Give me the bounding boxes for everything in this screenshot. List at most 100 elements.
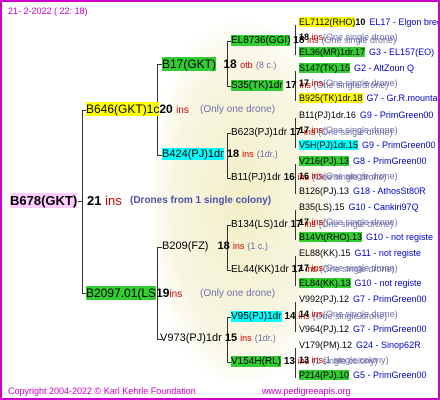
gen4-note: G18 - AthosSt80R: [353, 186, 426, 196]
gen4-sub: 14 ins(One single drone): [299, 310, 398, 319]
root-note: (Drones from 1 single colony): [130, 195, 272, 206]
gen4-queen-id: P214(PJ).10: [299, 370, 350, 380]
gen4-sub-label: ins: [311, 125, 324, 135]
gen4-queen-id: B126(PJ).13: [299, 186, 350, 196]
gen4-sub-note: (One single drone): [323, 309, 398, 319]
gen4-node: B35(LS).15 G10 - Cankiri97Q: [299, 203, 419, 212]
gen4-sub: 17 ins(One single drone): [299, 264, 398, 273]
gen4-node: EL36(MR)1dr.17 G3 - EL157(EO): [299, 47, 435, 57]
gen1-upper-note: (Only one drone): [200, 104, 276, 115]
root-queen-id: B678(GKT): [10, 193, 78, 208]
gen4-sub-label: ins: [311, 217, 324, 227]
footer-url: www.pedigreeapis.org: [262, 386, 351, 396]
gen2-node-3: B209(FZ) 18 ins (1 c.): [162, 240, 268, 252]
gen4-queen-id: B35(LS).15: [299, 202, 345, 212]
gen4-note: G9 - PrimGreen00: [362, 140, 436, 150]
gen1-lower-queen-id: B2097.01(LS: [86, 286, 157, 300]
gen4-note: G9 - PrimGreen00: [359, 110, 434, 120]
gen4-sub-note: (One single drone): [323, 171, 398, 181]
gen4-sub: 17 ins(One single drone): [299, 218, 398, 227]
gen4-sub-note: (One single drone): [323, 263, 398, 273]
gen4-sub: 16 ins(One single drone): [299, 172, 398, 181]
gen4-queen-id: V5H(PJ)1dr.15: [299, 140, 359, 150]
gen4-sub-label: ins: [311, 78, 324, 88]
gen4-node: EL84(KK).13 G10 - not registe: [299, 278, 422, 288]
gen4-queen-id: S147(TK).15: [299, 63, 351, 73]
gen4-note: G7 - Gr.R.mounta: [366, 93, 438, 103]
gen4-queen-id: V216(PJ).13: [299, 156, 350, 166]
gen4-node: V964(PJ).12 G7 - PrimGreen00: [299, 325, 427, 334]
gen4-sub-ins: 14: [299, 309, 312, 319]
gen4-sub-note: (One single drone): [323, 78, 398, 88]
gen4-sub-ins: 17: [299, 263, 312, 273]
gen4-sub: 18 ins(One single drone): [299, 33, 398, 42]
gen4-queen-id: EL88(KK).15: [299, 248, 351, 258]
gen4-queen-id: B925(TK)1dr.18: [299, 93, 363, 103]
gen4-note: G24 - Sinop62R: [356, 340, 421, 350]
gen4-sub-note: (1 single colony): [323, 355, 389, 365]
gen4-queen-id: EL7112(RHO): [299, 17, 356, 27]
gen1-lower-node: B2097.01(LS19ins: [86, 286, 183, 300]
root-node: B678(GKT): [10, 193, 78, 208]
gen1-lower-note: (Only one drone): [200, 288, 276, 299]
gen4-sub-note: (One single drone): [323, 125, 398, 135]
pedigree-frame: 21- 2-2022 ( 22: 18) B678(GKT) 21 ins (D…: [0, 0, 440, 400]
header-date: 21- 2-2022 ( 22: 18): [8, 6, 88, 16]
gen4-node: EL88(KK).15 G11 - not registe: [299, 249, 421, 258]
gen4-sub-ins: 17: [299, 78, 312, 88]
gen2-node-4: V973(PJ)1dr 15 ins (1dr.): [160, 332, 276, 344]
gen4-queen-id: B11(PJ)1dr.16: [299, 110, 356, 120]
gen4-note: G10 - not registe: [366, 232, 434, 242]
root-ins: 21 ins: [87, 193, 122, 208]
gen4-sub-label: ins: [311, 32, 324, 42]
gen4-sub-ins: 13: [299, 355, 312, 365]
gen4-note: G2 - AltZoun Q: [354, 63, 415, 73]
gen4-note: G7 - PrimGreen00: [353, 324, 427, 334]
gen4-note: EL17 - Elgon breed: [369, 17, 440, 27]
gen4-extra: 10: [355, 17, 366, 27]
gen4-note: G10 - not registe: [354, 278, 422, 288]
gen4-note: G10 - Cankiri97Q: [348, 202, 419, 212]
gen4-node: EL7112(RHO)10 EL17 - Elgon breed: [299, 17, 440, 27]
gen4-sub-ins: 17: [299, 217, 312, 227]
gen4-node: B925(TK)1dr.18 G7 - Gr.R.mounta: [299, 93, 438, 103]
gen4-sub: 17 ins(One single drone): [299, 126, 398, 135]
footer-copyright: Copyright 2004-2022 © Karl Kehrle Founda…: [8, 386, 196, 396]
gen4-sub-ins: 17: [299, 125, 312, 135]
gen4-node: B11(PJ)1dr.16 G9 - PrimGreen00: [299, 111, 433, 120]
gen4-sub-ins: 16: [299, 171, 312, 181]
gen4-sub-ins: 18: [299, 32, 312, 42]
gen4-node: B14Vt(RHO).13 G10 - not registe: [299, 232, 434, 242]
gen4-sub: 13 ins(1 single colony): [299, 356, 389, 365]
connector: [82, 110, 83, 294]
gen1-upper-queen-id: B646(GKT)1c: [86, 102, 160, 116]
gen4-sub-label: ins: [311, 171, 324, 181]
gen4-queen-id: B14Vt(RHO).13: [299, 232, 363, 242]
gen4-queen-id: V964(PJ).12: [299, 324, 350, 334]
gen4-note: G7 - PrimGreen00: [353, 294, 427, 304]
gen4-queen-id: V992(PJ).12: [299, 294, 350, 304]
gen4-queen-id: EL84(KK).13: [299, 278, 351, 288]
gen4-note: G8 - PrimGreen00: [353, 156, 427, 166]
gen4-sub-note: (One single drone): [323, 32, 398, 42]
connector: [78, 201, 83, 202]
gen4-note: G3 - EL157(EO): [369, 47, 435, 57]
gen4-note: G11 - not registe: [354, 248, 421, 258]
gen4-sub: 17 ins(One single drone): [299, 79, 398, 88]
gen4-sub-label: ins: [311, 309, 324, 319]
gen4-node: B126(PJ).13 G18 - AthosSt80R: [299, 187, 426, 196]
gen1-upper-node: B646(GKT)1c20 ins: [86, 102, 189, 116]
gen4-node: V216(PJ).13 G8 - PrimGreen00: [299, 156, 427, 166]
gen2-node-2: B424(PJ)1dr 18 ins (1dr.): [162, 148, 278, 160]
gen4-node: V5H(PJ)1dr.15 G9 - PrimGreen00: [299, 140, 436, 150]
gen4-node: V179(PM).12 G24 - Sinop62R: [299, 341, 421, 350]
gen4-sub-label: ins: [311, 263, 324, 273]
gen4-sub-label: ins: [311, 355, 324, 365]
gen4-queen-id: EL36(MR)1dr.17: [299, 47, 366, 57]
gen4-node: V992(PJ).12 G7 - PrimGreen00: [299, 295, 427, 304]
gen4-sub-note: (One single drone): [323, 217, 398, 227]
gen4-node: S147(TK).15 G2 - AltZoun Q: [299, 63, 415, 73]
gen4-note: G5 - PrimGreen00: [353, 370, 427, 380]
gen4-queen-id: V179(PM).12: [299, 340, 353, 350]
gen2-node-1: B17(GKT) 18 otb (8 c.): [162, 57, 277, 71]
